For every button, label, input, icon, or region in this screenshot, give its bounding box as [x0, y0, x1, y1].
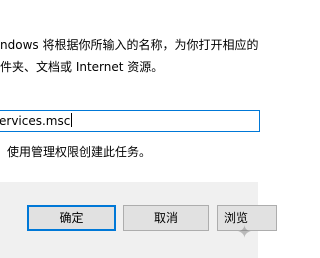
ok-button[interactable]: 确定	[27, 205, 116, 231]
cancel-button[interactable]: 取消	[123, 205, 209, 231]
description-line-1: ndows 将根据你所输入的名称，为你打开相应的	[0, 38, 259, 52]
admin-note: 使用管理权限创建此任务。	[0, 141, 151, 163]
run-description: ndows 将根据你所输入的名称，为你打开相应的 件夹、文档或 Internet…	[0, 34, 258, 78]
text-caret	[71, 113, 73, 127]
description-line-2: 件夹、文档或 Internet 资源。	[0, 60, 164, 74]
admin-note-label: 使用管理权限创建此任务。	[7, 145, 152, 159]
open-input[interactable]: ervices.msc	[0, 110, 260, 132]
open-input-value: ervices.msc	[0, 114, 71, 128]
run-dialog-body: ndows 将根据你所输入的名称，为你打开相应的 件夹、文档或 Internet…	[0, 0, 260, 182]
star-icon: ✦	[236, 222, 252, 243]
